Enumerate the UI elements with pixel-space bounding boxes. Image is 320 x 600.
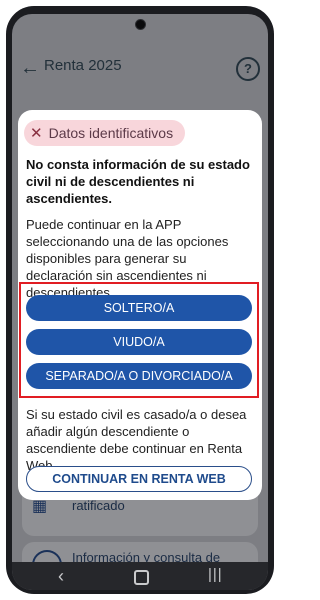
separado-divorciado-button[interactable]: SEPARADO/A O DIVORCIADO/A [26, 363, 252, 389]
soltero-button[interactable]: SOLTERO/A [26, 295, 252, 321]
status-dialog: ✕ Datos identificativos No consta inform… [18, 110, 262, 500]
section-chip[interactable]: ✕ Datos identificativos [24, 120, 186, 146]
nav-home-icon[interactable] [134, 570, 149, 585]
close-icon[interactable]: ✕ [30, 124, 43, 142]
chip-label: Datos identificativos [48, 125, 174, 141]
system-nav-bar: ‹ ||| [12, 562, 268, 590]
app-bar: ← Renta 2025 ? [12, 44, 268, 94]
phone-screen: ← Renta 2025 ? ▦ ratificado Información … [12, 14, 268, 590]
phone-mockup: ← Renta 2025 ? ▦ ratificado Información … [0, 0, 280, 600]
arrow-left-icon[interactable]: ← [18, 56, 42, 80]
dialog-note: Si su estado civil es casado/a o desea a… [26, 407, 247, 473]
camera-icon [135, 19, 146, 30]
help-circle-icon[interactable]: ? [236, 57, 260, 81]
app-title: Renta 2025 [44, 57, 122, 74]
dialog-heading: No consta información de su estado civil… [26, 157, 250, 206]
continue-renta-web-button[interactable]: CONTINUAR EN RENTA WEB [26, 466, 252, 492]
background-card-label: ratificado [72, 498, 125, 513]
nav-recent-apps-icon[interactable]: ||| [208, 566, 223, 583]
viudo-button[interactable]: VIUDO/A [26, 329, 252, 355]
nav-back-icon[interactable]: ‹ [58, 566, 64, 587]
